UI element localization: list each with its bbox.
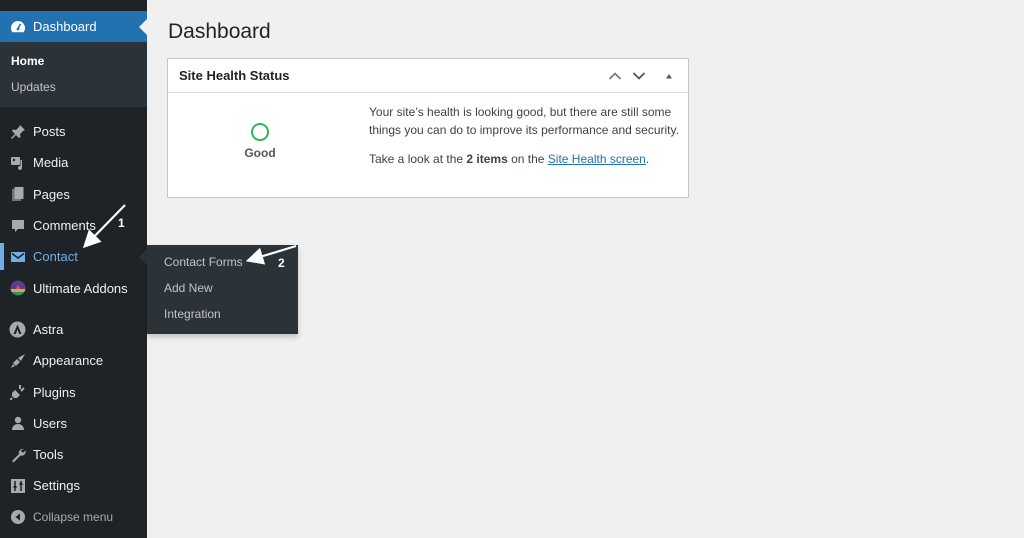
page-title: Dashboard [168,20,271,43]
cta-suffix: . [645,152,650,166]
sidebar-item-label: Astra [33,321,64,337]
sidebar-item-settings[interactable]: Settings [0,470,147,501]
status-ring-icon [251,123,269,141]
status-label: Good [244,146,276,160]
health-message: Your site’s health is looking good, but … [369,105,679,137]
paintbrush-icon [9,352,26,369]
cta-prefix: Take a look at the [369,152,467,166]
astra-logo-icon [9,321,26,338]
chevron-up-icon [608,72,622,80]
sidebar-item-label: Tools [33,447,64,463]
widget-title: Site Health Status [179,68,290,83]
submenu-item-updates[interactable]: Updates [0,74,147,100]
collapse-arrow-icon [9,509,26,526]
sidebar-item-label: Users [33,415,67,431]
comment-icon [9,217,26,234]
sidebar-menu: Posts Media Pages Comments Contact Ultim… [0,107,147,533]
sidebar-item-label: Appearance [33,353,104,369]
collapse-menu-button[interactable]: Collapse menu [0,502,147,533]
contact-flyout-submenu: Contact Forms Add New Integration [147,245,298,334]
plug-icon [9,384,26,401]
health-status: Good [230,123,290,160]
sidebar-item-label: Comments [33,218,96,234]
wrench-icon [9,446,26,463]
widget-controls [606,67,678,85]
sidebar-item-media[interactable]: Media [0,147,147,178]
user-icon [9,415,26,432]
sidebar-top-strip [0,0,147,11]
pin-icon [9,123,26,140]
sidebar-item-pages[interactable]: Pages [0,179,147,210]
sidebar-item-label: Media [33,155,69,171]
sidebar-item-posts[interactable]: Posts [0,116,147,147]
triangle-up-icon [666,74,672,79]
sidebar-item-label: Pages [33,186,70,202]
sidebar-item-ultimate-addons[interactable]: Ultimate Addons [0,272,147,303]
sliders-icon [9,477,26,494]
flyout-item-add-new[interactable]: Add New [147,275,298,301]
sidebar-item-plugins[interactable]: Plugins [0,376,147,407]
dashboard-submenu: Home Updates [0,42,147,107]
dashboard-gauge-icon [9,18,26,35]
submenu-item-home[interactable]: Home [0,48,147,74]
sidebar-item-label: Dashboard [33,19,97,34]
sidebar-item-label: Ultimate Addons [33,280,128,296]
flyout-item-integration[interactable]: Integration [147,301,298,327]
sidebar-item-users[interactable]: Users [0,408,147,439]
sidebar-item-dashboard[interactable]: Dashboard [0,11,147,42]
move-up-button[interactable] [606,67,624,85]
ultimate-addons-logo-icon [9,280,26,297]
sidebar-item-comments[interactable]: Comments [0,210,147,241]
collapse-menu-label: Collapse menu [33,510,114,525]
envelope-icon [9,248,26,265]
health-cta: Take a look at the 2 items on the Site H… [369,150,679,168]
site-health-screen-link[interactable]: Site Health screen [548,152,646,166]
toggle-panel-button[interactable] [660,67,678,85]
sidebar-item-label: Plugins [33,384,76,400]
admin-sidebar: Dashboard Home Updates Posts Media Pages… [0,0,147,538]
health-description: Your site’s health is looking good, but … [369,103,679,168]
sidebar-item-astra[interactable]: Astra [0,314,147,345]
pages-icon [9,186,26,203]
sidebar-item-label: Posts [33,124,66,140]
move-down-button[interactable] [630,67,648,85]
sidebar-item-tools[interactable]: Tools [0,439,147,470]
chevron-down-icon [632,72,646,80]
sidebar-item-label: Settings [33,478,80,494]
cta-middle: on the [507,152,548,166]
cta-count: 2 items [466,152,508,166]
flyout-item-contact-forms[interactable]: Contact Forms [147,249,298,275]
sidebar-item-appearance[interactable]: Appearance [0,345,147,376]
sidebar-item-contact[interactable]: Contact [0,241,147,272]
sidebar-item-label: Contact [33,249,78,265]
site-health-widget: Site Health Status Good Your site’s heal… [167,58,689,198]
media-icon [9,154,26,171]
